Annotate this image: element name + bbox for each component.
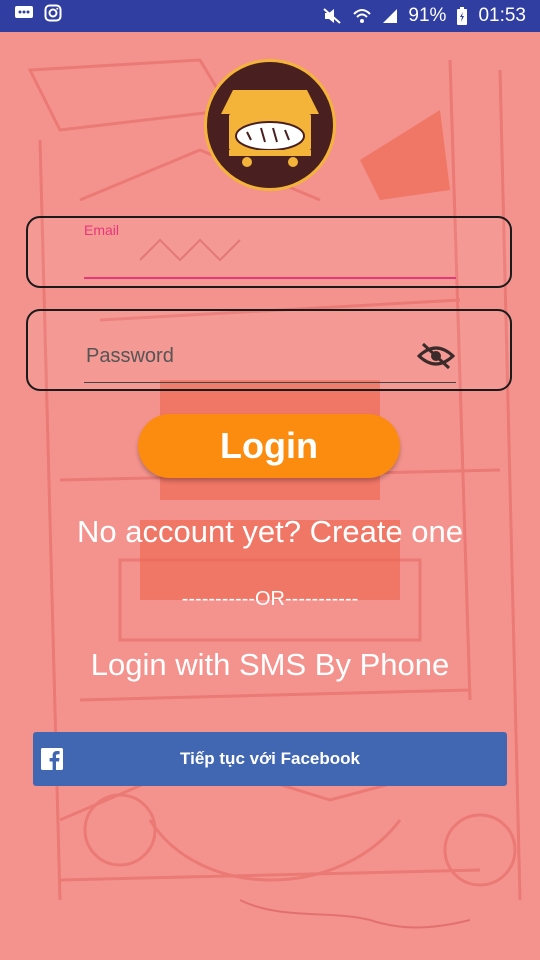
or-divider: -----------OR----------- xyxy=(181,588,359,610)
message-icon xyxy=(14,5,34,27)
password-field-box xyxy=(26,309,512,391)
signal-icon xyxy=(382,8,398,24)
bread-cart-icon xyxy=(221,90,319,167)
password-underline xyxy=(84,382,456,383)
battery-percent: 91% xyxy=(408,5,447,26)
battery-charging-icon xyxy=(456,6,468,26)
status-right: 91% 01:53 xyxy=(322,5,526,27)
create-account-link[interactable]: No account yet? Create one xyxy=(0,514,540,550)
email-field-box: Email xyxy=(26,216,512,288)
login-button[interactable]: Login xyxy=(138,414,400,478)
mute-icon xyxy=(322,7,342,25)
eye-off-icon[interactable] xyxy=(416,341,456,371)
clock: 01:53 xyxy=(478,5,526,26)
email-input[interactable] xyxy=(84,242,460,276)
bakery-cart-logo xyxy=(204,59,336,191)
facebook-button-label: Tiếp tục với Facebook xyxy=(180,749,360,768)
status-left xyxy=(14,4,62,28)
facebook-icon xyxy=(41,748,63,770)
password-input[interactable] xyxy=(84,339,460,373)
wifi-icon xyxy=(352,7,372,25)
sms-login-link[interactable]: Login with SMS By Phone xyxy=(0,647,540,683)
instagram-icon xyxy=(44,4,62,28)
email-label: Email xyxy=(84,222,120,238)
email-underline xyxy=(84,277,456,279)
status-bar: 91% 01:53 xyxy=(0,0,540,32)
facebook-login-button[interactable]: Tiếp tục với Facebook xyxy=(33,732,507,786)
